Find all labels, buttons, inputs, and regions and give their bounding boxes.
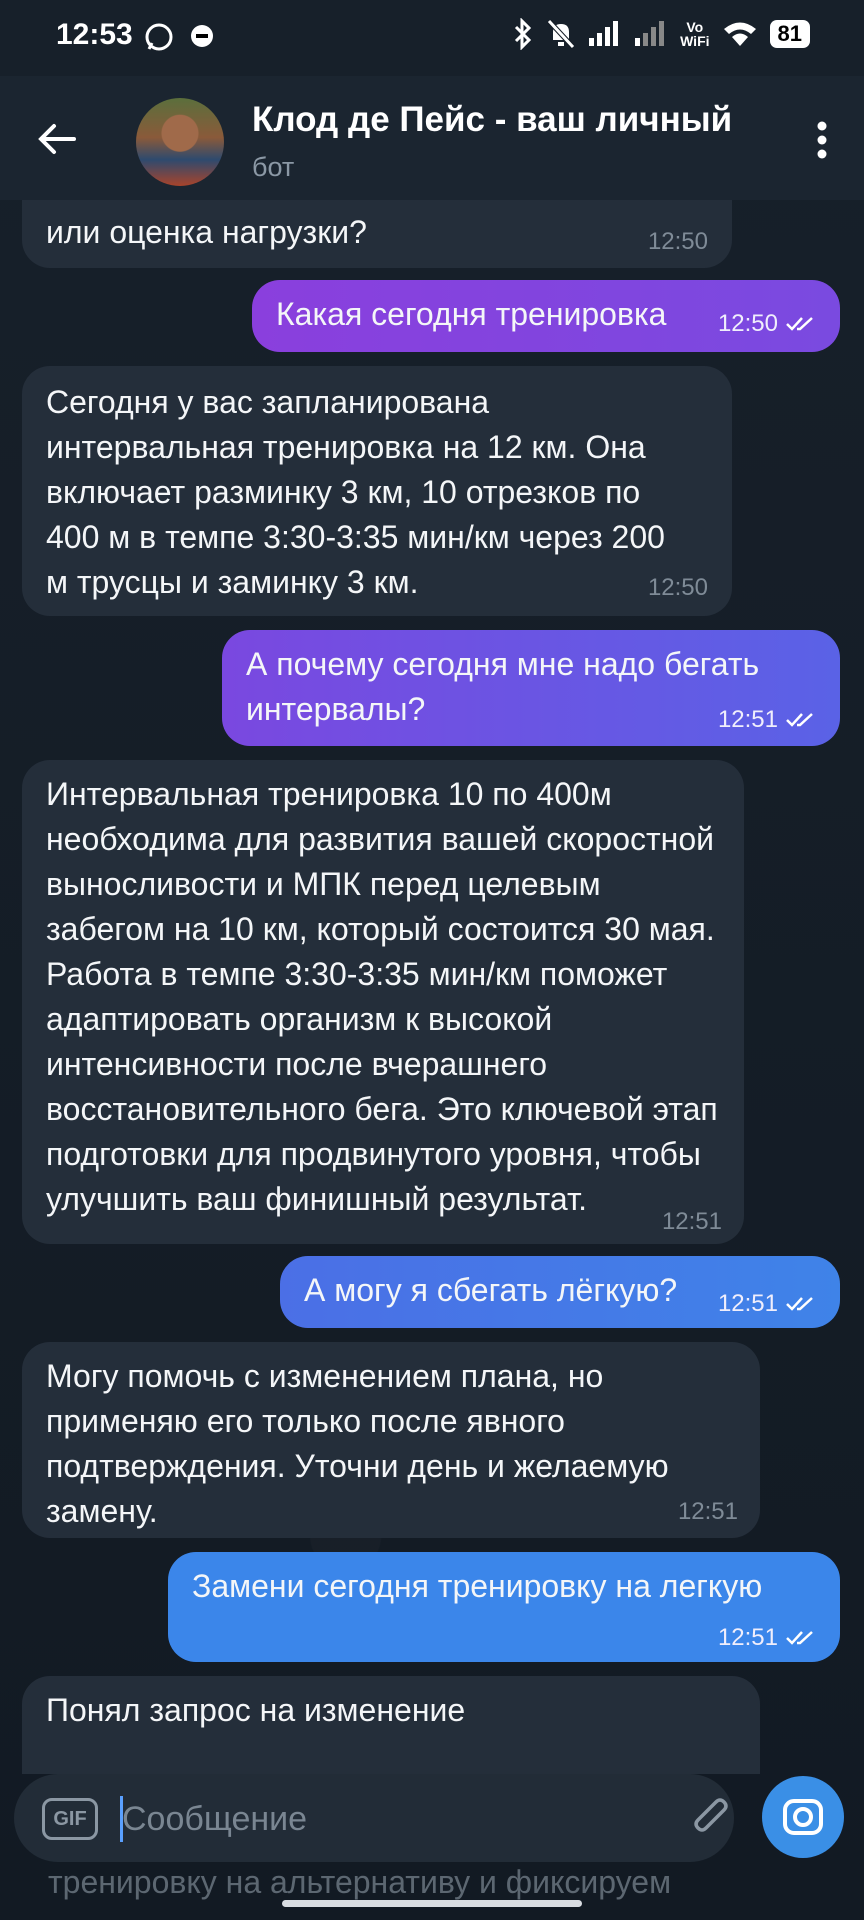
message-input[interactable]	[120, 1788, 684, 1850]
chat-title[interactable]: Клод де Пейс - ваш личный	[252, 100, 762, 140]
vowifi-indicator: Vo WiFi	[680, 20, 709, 48]
double-check-icon	[786, 317, 813, 331]
camera-button[interactable]	[762, 1776, 844, 1858]
message-status: 12:51	[718, 1290, 818, 1318]
notification-icons	[144, 22, 216, 52]
home-indicator[interactable]	[282, 1900, 582, 1907]
outgoing-message[interactable]: Замени сегодня тренировку на легкую 12:5…	[168, 1552, 840, 1662]
message-time: 12:51	[661, 1208, 722, 1235]
bluetooth-icon	[515, 18, 532, 50]
message-text: Могу помочь с изменением плана, но приме…	[46, 1358, 669, 1529]
incoming-message[interactable]: Сегодня у вас запланирована интервальная…	[22, 366, 732, 616]
muted-bell-icon	[547, 19, 575, 49]
signal-strength-2-icon	[635, 21, 665, 46]
wifi-icon	[723, 22, 756, 46]
scrolled-message-text: тренировку на альтернативу и фиксируем	[48, 1864, 672, 1900]
chat-subtitle: бот	[252, 152, 295, 182]
status-time: 12:53	[56, 18, 133, 51]
camera-icon	[783, 1799, 823, 1835]
message-time: 12:50	[647, 228, 708, 255]
data-saver-icon	[191, 25, 213, 47]
message-time: 12:50	[717, 310, 778, 337]
message-text: или оценка нагрузки?	[46, 214, 367, 250]
message-status: 12:51	[718, 706, 818, 734]
message-status: 12:51	[718, 1624, 818, 1652]
bot-avatar[interactable]	[136, 98, 224, 186]
back-arrow-icon[interactable]	[34, 116, 80, 162]
message-time: 12:51	[717, 1290, 778, 1317]
system-icons: Vo WiFi 81	[512, 18, 810, 50]
status-bar: 12:53 Vo WiFi 81	[0, 0, 864, 76]
message-time: 12:51	[717, 706, 778, 733]
incoming-message[interactable]: Могу помочь с изменением плана, но приме…	[22, 1342, 760, 1538]
chat-header: Клод де Пейс - ваш личный бот	[0, 76, 864, 200]
double-check-icon	[786, 1297, 813, 1311]
message-list[interactable]: или оценка нагрузки? 12:50 Какая сегодня…	[0, 200, 864, 1774]
incoming-message[interactable]: Интервальная тренировка 10 по 400м необх…	[22, 760, 744, 1244]
double-check-icon	[786, 1631, 813, 1645]
more-options-icon[interactable]	[816, 120, 828, 160]
message-text: Сегодня у вас запланирована интервальная…	[46, 384, 665, 600]
message-time: 12:51	[677, 1498, 738, 1525]
message-time: 12:50	[647, 574, 708, 601]
signal-strength-icon	[589, 21, 619, 46]
battery-level: 81	[769, 20, 810, 48]
whatsapp-icon	[145, 23, 173, 51]
message-time: 12:51	[717, 1624, 778, 1651]
outgoing-message[interactable]: А почему сегодня мне надо бегать интерва…	[222, 630, 840, 746]
incoming-message[interactable]: или оценка нагрузки? 12:50	[22, 200, 732, 268]
message-text: Какая сегодня тренировка	[276, 296, 667, 332]
outgoing-message[interactable]: А могу я сбегать лёгкую? 12:51	[280, 1256, 840, 1328]
outgoing-message[interactable]: Какая сегодня тренировка 12:50	[252, 280, 840, 352]
vowifi-bottom-label: WiFi	[680, 33, 710, 49]
gif-button[interactable]: GIF	[42, 1798, 98, 1840]
double-check-icon	[786, 713, 813, 727]
message-text: Интервальная тренировка 10 по 400м необх…	[46, 776, 718, 1217]
incoming-message[interactable]: Понял запрос на изменение	[22, 1676, 760, 1774]
message-text: Замени сегодня тренировку на легкую	[192, 1568, 763, 1604]
message-text: А могу я сбегать лёгкую?	[304, 1272, 678, 1308]
vowifi-top-label: Vo	[686, 19, 704, 35]
attach-icon[interactable]	[688, 1796, 736, 1844]
message-status: 12:50	[718, 310, 818, 338]
message-composer: GIF	[14, 1774, 734, 1862]
message-text: Понял запрос на изменение	[46, 1692, 466, 1728]
